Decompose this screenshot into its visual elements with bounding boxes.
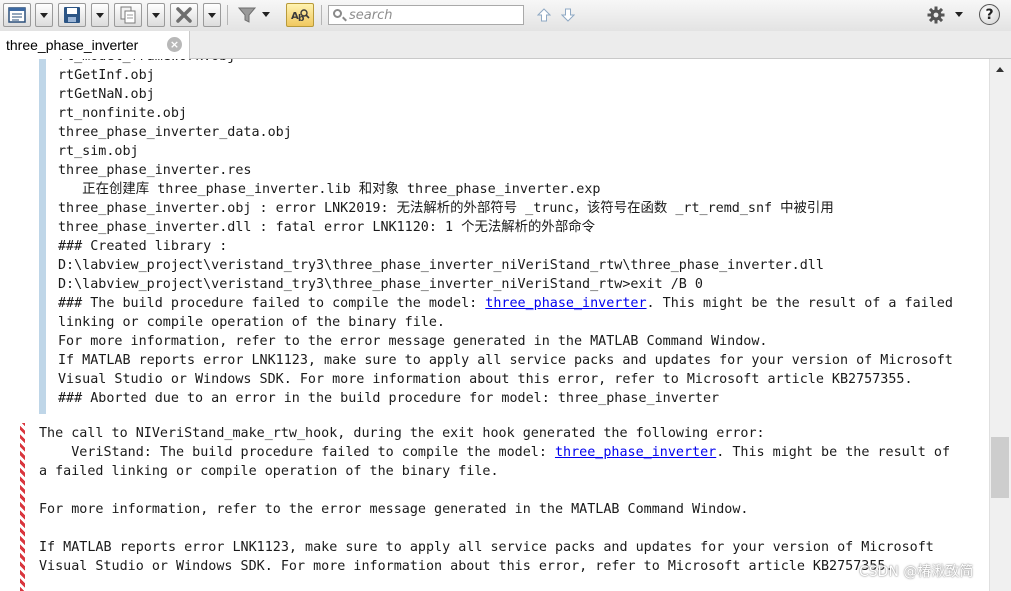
log-text: rtGetInf.obj xyxy=(58,68,155,83)
help-icon: ? xyxy=(985,6,994,23)
error-line: The call to NIVeriStand_make_rtw_hook, d… xyxy=(39,424,765,443)
arrow-up-icon xyxy=(537,8,551,22)
arrow-down-icon xyxy=(561,8,575,22)
scrollbar-thumb[interactable] xyxy=(991,437,1009,498)
toolbar-separator xyxy=(321,5,322,25)
log-line: three_phase_inverter_data.obj xyxy=(58,123,292,142)
search-previous-button[interactable] xyxy=(537,8,551,22)
tab-three-phase-inverter[interactable]: three_phase_inverter × xyxy=(0,31,190,59)
log-line: D:\labview_project\veristand_try3\three_… xyxy=(58,256,824,275)
highlight-icon: A b xyxy=(291,9,310,23)
log-text: 正在创建库 three_phase_inverter.lib 和对象 three… xyxy=(58,182,601,197)
log-text: three_phase_inverter_data.obj xyxy=(58,125,292,140)
log-text: linking or compile operation of the bina… xyxy=(58,315,445,330)
log-line: rt_nonfinite.obj xyxy=(58,104,187,123)
search-input[interactable] xyxy=(349,6,519,24)
tab-bar: three_phase_inverter × xyxy=(0,31,1011,59)
log-text: rt_sim.obj xyxy=(58,144,139,159)
error-block-marker xyxy=(20,423,25,591)
watermark: CSDN @椿湫致简 xyxy=(859,564,974,580)
save-dropdown[interactable] xyxy=(91,3,109,27)
log-line: three_phase_inverter.dll : fatal error L… xyxy=(58,218,595,237)
log-text: D:\labview_project\veristand_try3\three_… xyxy=(58,277,703,292)
help-button[interactable]: ? xyxy=(979,4,1000,25)
save-button[interactable] xyxy=(58,3,86,27)
filter-dropdown[interactable] xyxy=(262,12,270,17)
log-text: The call to NIVeriStand_make_rtw_hook, d… xyxy=(39,426,765,441)
log-text: three_phase_inverter.dll : fatal error L… xyxy=(58,220,595,235)
error-line: Visual Studio or Windows SDK. For more i… xyxy=(39,557,894,576)
scroll-up-arrow-icon[interactable] xyxy=(996,67,1004,72)
copy-dropdown[interactable] xyxy=(147,3,165,27)
highlight-toggle-button[interactable]: A b xyxy=(286,3,314,27)
log-text: VeriStand: The build procedure failed to… xyxy=(39,445,555,460)
log-line: three_phase_inverter.res xyxy=(58,161,251,180)
copy-icon xyxy=(120,6,136,24)
log-line: Visual Studio or Windows SDK. For more i… xyxy=(58,370,913,389)
log-text: rt_nonfinite.obj xyxy=(58,106,187,121)
log-text: For more information, refer to the error… xyxy=(39,502,749,517)
log-block-marker xyxy=(39,59,46,414)
log-text: . This might be the result of xyxy=(716,445,951,460)
log-line: If MATLAB reports error LNK1123, make su… xyxy=(58,351,953,370)
diagnostic-log-panel: rt_model_framework.obj rtGetInf.obj rtGetN… xyxy=(0,59,989,591)
log-line: ### The build procedure failed to compil… xyxy=(58,294,953,313)
log-text: If MATLAB reports error LNK1123, make su… xyxy=(39,540,934,555)
settings-gear-icon xyxy=(927,6,945,24)
error-line: If MATLAB reports error LNK1123, make su… xyxy=(39,538,934,557)
log-line: rtGetInf.obj xyxy=(58,66,155,85)
log-text: ### Created library : xyxy=(58,239,228,254)
settings-button[interactable] xyxy=(926,5,946,25)
clear-dropdown[interactable] xyxy=(203,3,221,27)
log-line: rt_model_framework.obj xyxy=(58,59,235,66)
log-text: ### The build procedure failed to compil… xyxy=(58,296,486,311)
search-icon xyxy=(333,9,342,18)
log-text: a failed linking or compile operation of… xyxy=(39,464,499,479)
toolbar-separator xyxy=(227,5,228,25)
error-line: a failed linking or compile operation of… xyxy=(39,462,499,481)
error-line: VeriStand: The build procedure failed to… xyxy=(39,443,950,462)
log-text: Visual Studio or Windows SDK. For more i… xyxy=(39,559,894,574)
log-line: three_phase_inverter.obj : error LNK2019… xyxy=(58,199,834,218)
document-view-dropdown[interactable] xyxy=(35,3,53,27)
search-box[interactable] xyxy=(328,5,524,25)
log-text: For more information, refer to the error… xyxy=(58,334,768,349)
vertical-scrollbar[interactable] xyxy=(989,59,1011,591)
filter-icon xyxy=(238,7,256,23)
log-line: D:\labview_project\veristand_try3\three_… xyxy=(58,275,703,294)
log-line: For more information, refer to the error… xyxy=(58,332,767,351)
log-line: rtGetNaN.obj xyxy=(58,85,155,104)
document-view-icon xyxy=(8,7,26,23)
log-line: ### Created library : xyxy=(58,237,227,256)
log-line: 正在创建库 three_phase_inverter.lib 和对象 three… xyxy=(58,180,600,199)
log-text: If MATLAB reports error LNK1123, make su… xyxy=(58,353,953,368)
log-text: D:\labview_project\veristand_try3\three_… xyxy=(58,258,824,273)
log-text: Visual Studio or Windows SDK. For more i… xyxy=(58,372,913,387)
log-text: rt_model_framework.obj xyxy=(58,59,235,64)
error-line: For more information, refer to the error… xyxy=(39,500,748,519)
document-view-button[interactable] xyxy=(3,3,31,27)
model-link[interactable]: three_phase_inverter xyxy=(485,296,646,311)
log-text: three_phase_inverter.obj : error LNK2019… xyxy=(58,201,834,216)
save-icon xyxy=(64,7,80,23)
filter-button[interactable] xyxy=(236,5,258,25)
log-line: linking or compile operation of the bina… xyxy=(58,313,445,332)
copy-button[interactable] xyxy=(114,3,142,27)
log-text: ### Aborted due to an error in the build… xyxy=(58,391,720,406)
log-text: . This might be the result of a failed xyxy=(646,296,953,311)
clear-icon xyxy=(176,7,192,23)
log-line: ### Aborted due to an error in the build… xyxy=(58,389,719,408)
model-link[interactable]: three_phase_inverter xyxy=(555,445,716,460)
close-icon[interactable]: × xyxy=(167,37,182,52)
search-next-button[interactable] xyxy=(561,8,575,22)
log-line: rt_sim.obj xyxy=(58,142,139,161)
toolbar: A b search ? xyxy=(0,0,1011,32)
clear-button[interactable] xyxy=(170,3,198,27)
tab-label: three_phase_inverter xyxy=(6,37,139,53)
settings-dropdown[interactable] xyxy=(955,12,963,17)
log-text: rtGetNaN.obj xyxy=(58,87,155,102)
log-text: three_phase_inverter.res xyxy=(58,163,252,178)
